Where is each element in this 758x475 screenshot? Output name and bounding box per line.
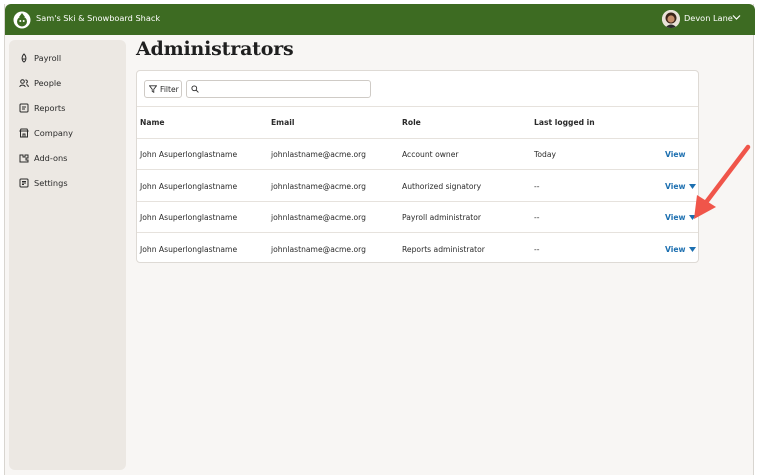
user-menu-button[interactable]: Devon Lane — [684, 13, 733, 23]
company-logo-icon — [13, 11, 31, 29]
sidebar-item-label: Add-ons — [34, 153, 68, 163]
addons-icon — [19, 154, 29, 163]
column-header-name: Name — [140, 118, 165, 127]
cell-name: John Asuperlonglastname — [140, 150, 238, 159]
cell-name: John Asuperlonglastname — [140, 213, 238, 222]
sidebar-item-company[interactable]: Company — [19, 126, 73, 140]
chevron-down-icon[interactable] — [732, 14, 741, 21]
cell-role: Reports administrator — [402, 245, 485, 254]
search-input[interactable] — [186, 80, 371, 98]
caret-down-icon — [688, 247, 696, 252]
avatar-photo-icon — [662, 10, 680, 28]
view-label: View — [665, 150, 686, 159]
top-bar: Sam's Ski & Snowboard Shack Devon Lane — [5, 4, 755, 35]
sidebar-item-payroll[interactable]: Payroll — [19, 51, 61, 65]
divider — [137, 169, 698, 170]
cell-email: johnlastname@acme.org — [271, 213, 366, 222]
cell-role: Authorized signatory — [402, 182, 482, 191]
cell-role: Account owner — [402, 150, 459, 159]
cell-email: johnlastname@acme.org — [271, 245, 366, 254]
view-dropdown-button[interactable]: View — [665, 245, 696, 254]
cell-last-logged-in: -- — [534, 182, 540, 191]
view-label: View — [665, 213, 686, 222]
sidebar-item-label: Settings — [34, 178, 68, 188]
user-avatar[interactable] — [662, 10, 680, 28]
divider — [137, 138, 698, 139]
people-icon — [19, 79, 29, 88]
view-label: View — [665, 245, 686, 254]
reports-icon — [19, 103, 29, 113]
settings-icon — [19, 178, 29, 188]
page-title: Administrators — [136, 38, 294, 60]
cell-email: johnlastname@acme.org — [271, 150, 366, 159]
annotation-arrow-icon — [694, 144, 751, 219]
divider — [137, 201, 698, 202]
filter-label: Filter — [160, 84, 179, 94]
view-label: View — [665, 182, 686, 191]
filter-icon — [149, 85, 157, 93]
search-icon — [191, 85, 199, 93]
administrators-table-card: Filter Name Email Role Last logged in Jo… — [136, 70, 699, 263]
sidebar-item-label: Company — [34, 128, 73, 138]
sidebar-item-settings[interactable]: Settings — [19, 176, 68, 190]
company-name: Sam's Ski & Snowboard Shack — [36, 13, 161, 23]
cell-role: Payroll administrator — [402, 213, 481, 222]
view-link[interactable]: View — [665, 150, 686, 159]
sidebar-item-label: People — [34, 78, 62, 88]
cell-name: John Asuperlonglastname — [140, 245, 238, 254]
app-window: Sam's Ski & Snowboard Shack Devon Lane P… — [4, 4, 755, 475]
sidebar-item-people[interactable]: People — [19, 76, 61, 90]
payroll-icon — [21, 53, 27, 63]
column-header-email: Email — [271, 118, 295, 127]
company-icon — [19, 128, 29, 138]
cell-email: johnlastname@acme.org — [271, 182, 366, 191]
divider — [137, 106, 698, 107]
divider — [137, 232, 698, 233]
cell-name: John Asuperlonglastname — [140, 182, 238, 191]
sidebar-item-label: Payroll — [34, 53, 62, 63]
column-header-role: Role — [402, 118, 421, 127]
sidebar-item-label: Reports — [34, 103, 66, 113]
filter-button[interactable]: Filter — [144, 80, 182, 98]
cell-last-logged-in: -- — [534, 245, 540, 254]
sidebar-item-addons[interactable]: Add-ons — [19, 151, 67, 165]
sidebar-item-reports[interactable]: Reports — [19, 101, 65, 115]
sidebar: Payroll People Reports Company Add-ons S… — [9, 40, 126, 470]
column-header-last-logged-in: Last logged in — [534, 118, 595, 127]
cell-last-logged-in: -- — [534, 213, 540, 222]
cell-last-logged-in: Today — [534, 150, 556, 159]
